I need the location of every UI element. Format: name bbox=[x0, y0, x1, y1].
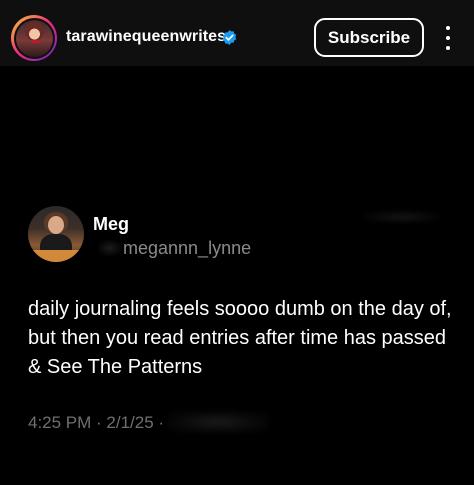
avatar-image bbox=[15, 19, 53, 57]
avatar-table bbox=[28, 250, 84, 262]
channel-avatar[interactable] bbox=[11, 15, 57, 61]
avatar-inner bbox=[13, 17, 55, 59]
avatar-face bbox=[48, 216, 64, 234]
top-bar: tarawinequeenwrites Subscribe bbox=[0, 0, 474, 66]
redacted-area bbox=[362, 211, 442, 223]
dot bbox=[446, 46, 450, 50]
post-author-handle[interactable]: megannn_lynne bbox=[123, 237, 251, 259]
avatar-detail bbox=[31, 39, 40, 43]
post-timestamp: 4:25 PM · 2/1/25 · bbox=[28, 413, 165, 432]
dot bbox=[446, 26, 450, 30]
post-author-avatar[interactable] bbox=[28, 206, 84, 262]
post-author-name[interactable]: Meg bbox=[93, 213, 129, 235]
redacted-area bbox=[168, 411, 268, 433]
verified-badge-icon bbox=[222, 30, 237, 45]
more-vertical-icon[interactable] bbox=[440, 26, 456, 50]
redacted-area bbox=[98, 240, 122, 256]
subscribe-button[interactable]: Subscribe bbox=[314, 18, 424, 57]
post-text: daily journaling feels soooo dumb on the… bbox=[28, 298, 452, 378]
channel-username[interactable]: tarawinequeenwrites bbox=[66, 27, 226, 47]
dot bbox=[446, 36, 450, 40]
